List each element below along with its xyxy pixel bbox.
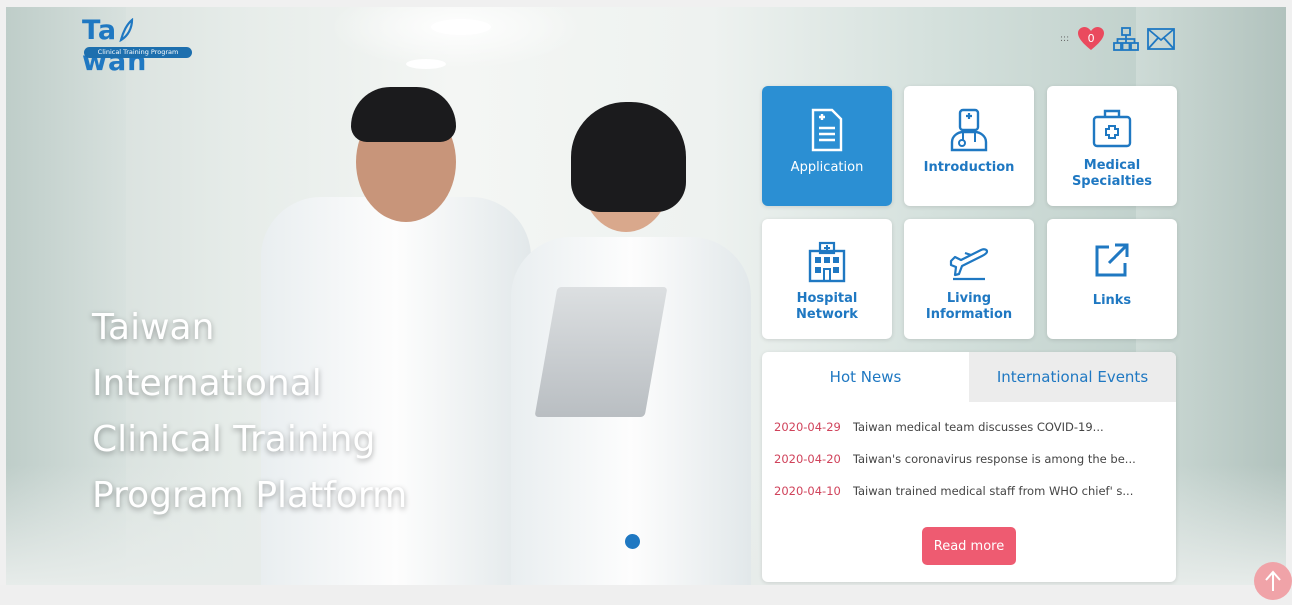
tile-label-line: Medical	[1083, 158, 1141, 173]
hero-title-line: Program Platform	[92, 475, 408, 516]
tile-label: Living Information	[908, 291, 1030, 323]
hero-title-line: International	[92, 363, 322, 404]
back-to-top-button[interactable]	[1254, 562, 1292, 600]
news-title: Taiwan's coronavirus response is among t…	[852, 452, 1136, 466]
tile-label: Introduction	[923, 160, 1015, 175]
tile-label: Links	[1092, 293, 1132, 308]
tab-international-events[interactable]: International Events	[969, 352, 1176, 402]
tile-label: Medical Specialties	[1051, 158, 1173, 190]
logo-tagline: Clinical Training Program	[84, 47, 192, 58]
header-icons: ::: 0	[1060, 24, 1176, 54]
favorites-count: 0	[1087, 31, 1095, 45]
news-date: 2020-04-10	[774, 484, 841, 498]
tile-hospital-network[interactable]: Hospital Network	[762, 219, 892, 339]
doctor-icon	[904, 108, 1034, 152]
tile-label: Application	[790, 160, 864, 175]
tile-label: Hospital Network	[766, 291, 888, 323]
tile-living-information[interactable]: Living Information	[904, 219, 1034, 339]
news-item[interactable]: 2020-04-20 Taiwan's coronavirus response…	[774, 452, 1164, 484]
tile-label-line: Network	[796, 307, 858, 322]
news-title: Taiwan medical team discusses COVID-19..…	[852, 420, 1104, 434]
tile-label-line: Hospital	[796, 291, 858, 306]
news-item[interactable]: 2020-04-10 Taiwan trained medical staff …	[774, 484, 1164, 516]
favorites-button[interactable]: 0	[1077, 26, 1105, 52]
site-logo[interactable]: Tawan Clinical Training Program	[82, 15, 194, 77]
footer-strip	[0, 585, 1292, 605]
tile-medical-specialties[interactable]: Medical Specialties	[1047, 86, 1177, 206]
news-tabs: Hot News International Events	[762, 352, 1176, 402]
tile-introduction[interactable]: Introduction	[904, 86, 1034, 206]
news-date: 2020-04-29	[774, 420, 841, 434]
medical-kit-icon	[1047, 108, 1177, 152]
sitemap-icon[interactable]	[1113, 26, 1140, 52]
tile-links[interactable]: Links	[1047, 219, 1177, 339]
airplane-icon	[904, 241, 1034, 285]
news-panel: Hot News International Events 2020-04-29…	[762, 352, 1176, 582]
ceiling-light	[431, 19, 491, 35]
carousel-dot[interactable]	[625, 534, 640, 549]
logo-feather-icon	[119, 17, 134, 43]
ceiling-light	[406, 59, 446, 69]
news-item[interactable]: 2020-04-29 Taiwan medical team discusses…	[774, 420, 1164, 452]
news-list: 2020-04-29 Taiwan medical team discusses…	[762, 420, 1176, 516]
hero-title-line: Clinical Training	[92, 419, 376, 460]
news-date: 2020-04-20	[774, 452, 841, 466]
external-link-icon	[1047, 241, 1177, 285]
tab-hot-news[interactable]: Hot News	[762, 352, 969, 402]
tile-label-line: Information	[925, 307, 1013, 322]
hero-title: Taiwan International Clinical Training P…	[92, 300, 492, 524]
tile-application[interactable]: Application	[762, 86, 892, 206]
logo-wordmark: Tawan	[82, 15, 148, 77]
arrow-up-icon	[1265, 570, 1281, 591]
hero-title-line: Taiwan	[92, 307, 215, 348]
application-document-icon	[762, 108, 892, 152]
dots-icon: :::	[1060, 34, 1070, 44]
hospital-icon	[762, 241, 892, 285]
tile-label-line: Living	[946, 291, 992, 306]
read-more-button[interactable]: Read more	[922, 527, 1016, 565]
mail-icon[interactable]	[1147, 28, 1176, 50]
news-title: Taiwan trained medical staff from WHO ch…	[852, 484, 1134, 498]
tile-label-line: Specialties	[1071, 174, 1153, 189]
laptop	[534, 287, 668, 417]
